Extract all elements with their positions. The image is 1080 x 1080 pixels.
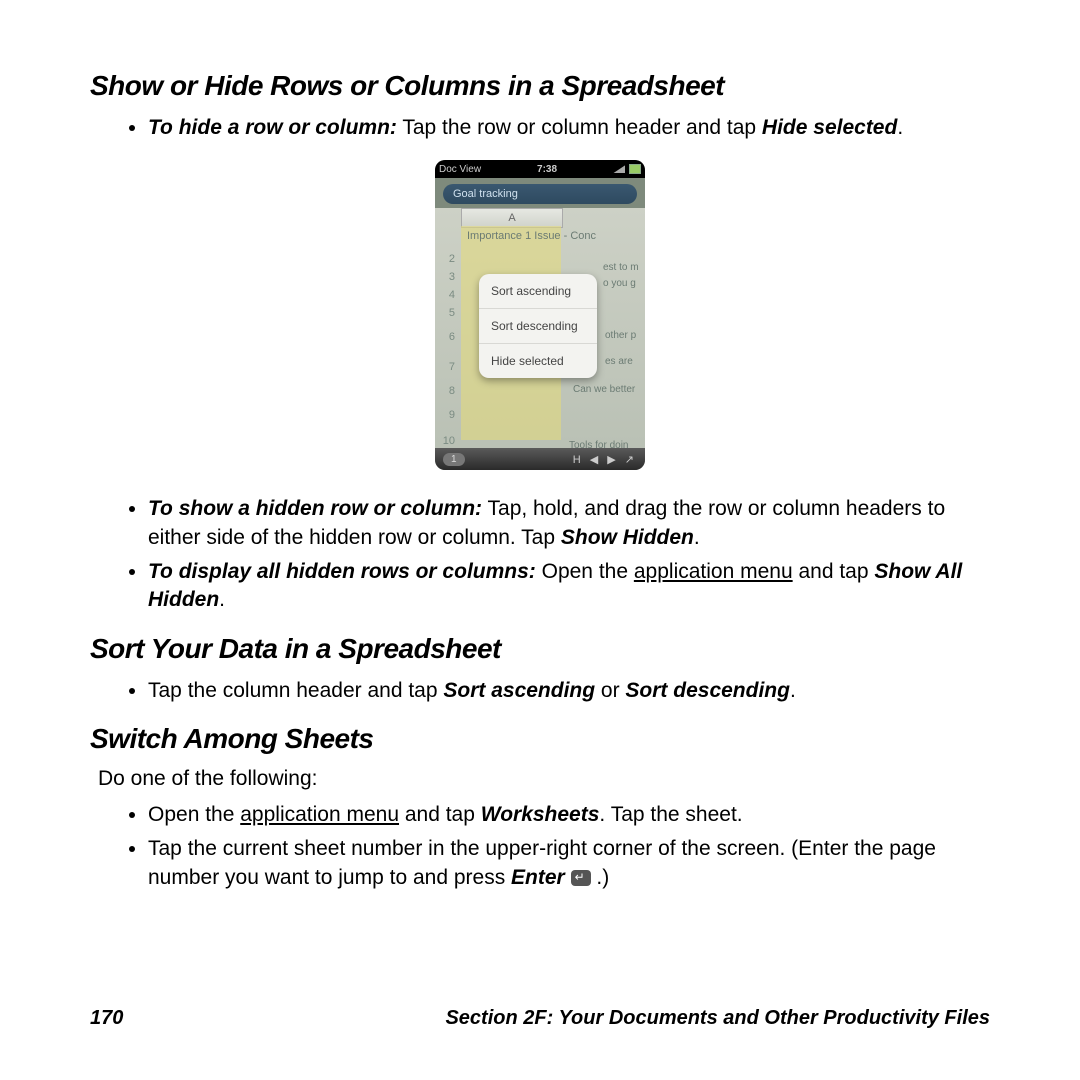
list-item: Tap the current sheet number in the uppe… (148, 835, 990, 892)
bullet-text: and tap (793, 560, 875, 583)
term-sort-desc: Sort descending (625, 679, 790, 702)
list-item: To hide a row or column: Tap the row or … (148, 114, 990, 142)
row-header[interactable]: 8 (435, 380, 459, 402)
bullet-lead: To hide a row or column: (148, 116, 397, 139)
page: Show or Hide Rows or Columns in a Spread… (0, 0, 1080, 1080)
page-number: 170 (90, 1007, 123, 1030)
term-sort-asc: Sort ascending (443, 679, 595, 702)
bullet-text: Open the (148, 803, 240, 826)
sheet-page-pill[interactable]: 1 (443, 453, 465, 466)
intro-text: Do one of the following: (98, 767, 990, 791)
bullet-text: .) (591, 866, 610, 889)
bullets-sort: Tap the column header and tap Sort ascen… (90, 677, 990, 705)
enter-key-icon (571, 870, 591, 886)
heading-show-hide: Show or Hide Rows or Columns in a Spread… (90, 70, 990, 102)
menu-hide-selected[interactable]: Hide selected (479, 344, 597, 378)
phone-screenshot: Doc View 7:38 Goal tracking A Importance… (435, 160, 645, 470)
footer-label: Section 2F: Your Documents and Other Pro… (445, 1007, 990, 1030)
row-1-text: Importance 1 Issue - Conc (461, 226, 645, 246)
heading-sort-data: Sort Your Data in a Spreadsheet (90, 633, 990, 665)
list-item: Tap the column header and tap Sort ascen… (148, 677, 990, 705)
list-item: Open the application menu and tap Worksh… (148, 801, 990, 829)
column-header-a[interactable]: A (461, 208, 563, 228)
row-header[interactable]: 5 (435, 302, 459, 324)
status-time: 7:38 (481, 164, 613, 175)
period: . (897, 116, 903, 139)
status-right (613, 164, 641, 174)
cell-fragment: other p (605, 330, 636, 341)
bullet-text: or (595, 679, 625, 702)
sheet-tab[interactable]: Goal tracking (443, 184, 637, 204)
heading-switch-sheets: Switch Among Sheets (90, 723, 990, 755)
app-name: Doc View (439, 164, 481, 175)
bullet-text: . Tap the sheet. (599, 803, 742, 826)
cell-fragment: es are (605, 356, 633, 367)
term-worksheets: Worksheets (481, 803, 600, 826)
bullet-text: and tap (399, 803, 481, 826)
link-application-menu[interactable]: application menu (634, 560, 793, 583)
bullet-text: Tap the row or column header and tap (397, 116, 762, 139)
context-menu: Sort ascending Sort descending Hide sele… (479, 274, 597, 378)
period: . (219, 588, 225, 611)
link-application-menu[interactable]: application menu (240, 803, 399, 826)
term-show-hidden: Show Hidden (561, 526, 694, 549)
page-footer: 170 Section 2F: Your Documents and Other… (90, 1007, 990, 1030)
row-header[interactable]: 7 (435, 356, 459, 378)
bullets-show-hide-1: To hide a row or column: Tap the row or … (90, 114, 990, 142)
menu-sort-ascending[interactable]: Sort ascending (479, 274, 597, 309)
term-enter: Enter (511, 866, 565, 889)
phone-bottom-bar: 1 H ◀ ▶ ↗ (435, 448, 645, 470)
menu-sort-descending[interactable]: Sort descending (479, 309, 597, 344)
battery-icon (629, 164, 641, 174)
period: . (790, 679, 796, 702)
cell-fragment: est to m (603, 262, 639, 273)
bullet-lead: To display all hidden rows or columns: (148, 560, 536, 583)
period: . (694, 526, 700, 549)
cell-fragment: o you g (603, 278, 636, 289)
nav-arrows[interactable]: H ◀ ▶ ↗ (573, 453, 637, 466)
spreadsheet-grid[interactable]: A Importance 1 Issue - Conc 2 3 4 5 6 7 … (435, 208, 645, 458)
term-hide-selected: Hide selected (762, 116, 897, 139)
bullet-text: Open the (536, 560, 634, 583)
bullet-text: Tap the column header and tap (148, 679, 443, 702)
bullets-show-hide-2: To show a hidden row or column: Tap, hol… (90, 495, 990, 614)
status-bar: Doc View 7:38 (435, 160, 645, 178)
row-header[interactable]: 9 (435, 404, 459, 426)
row-header[interactable]: 6 (435, 326, 459, 348)
bullet-lead: To show a hidden row or column: (148, 497, 482, 520)
list-item: To display all hidden rows or columns: O… (148, 558, 990, 615)
list-item: To show a hidden row or column: Tap, hol… (148, 495, 990, 552)
cell-fragment: Can we better (573, 384, 635, 395)
signal-icon (613, 165, 625, 173)
bullets-switch: Open the application menu and tap Worksh… (90, 801, 990, 892)
